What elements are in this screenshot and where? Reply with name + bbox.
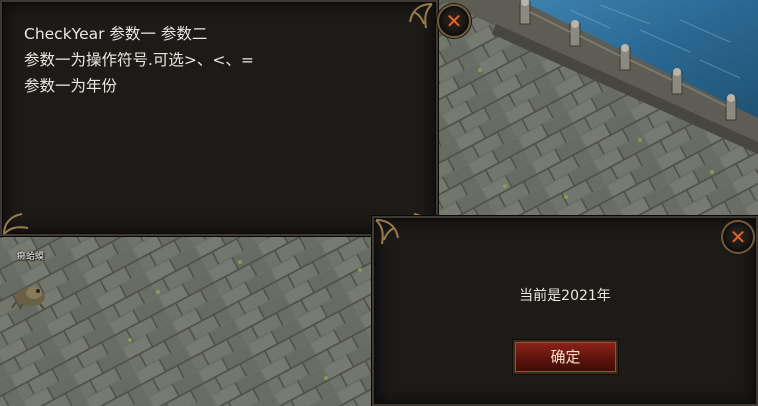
info-panel: CheckYear 参数一 参数二 参数一为操作符号.可选>、<、= 参数一为年… (0, 0, 438, 236)
confirm-button[interactable]: 确定 (513, 340, 618, 374)
close-info-panel-button[interactable]: ✕ (437, 4, 471, 38)
close-dialog-button[interactable]: ✕ (721, 220, 755, 254)
info-line-2: 参数一为操作符号.可选>、<、= (24, 51, 254, 69)
close-icon: ✕ (445, 9, 463, 33)
info-line-1: CheckYear 参数一 参数二 (24, 25, 208, 43)
info-text: CheckYear 参数一 参数二 参数一为操作符号.可选>、<、= 参数一为年… (24, 21, 254, 99)
close-icon: ✕ (729, 225, 747, 249)
info-line-3: 参数一为年份 (24, 77, 118, 95)
message-dialog (372, 216, 758, 406)
dialog-message: 当前是2021年 (519, 288, 611, 304)
npc-name-label: 癞蛤蟆 (17, 252, 45, 262)
